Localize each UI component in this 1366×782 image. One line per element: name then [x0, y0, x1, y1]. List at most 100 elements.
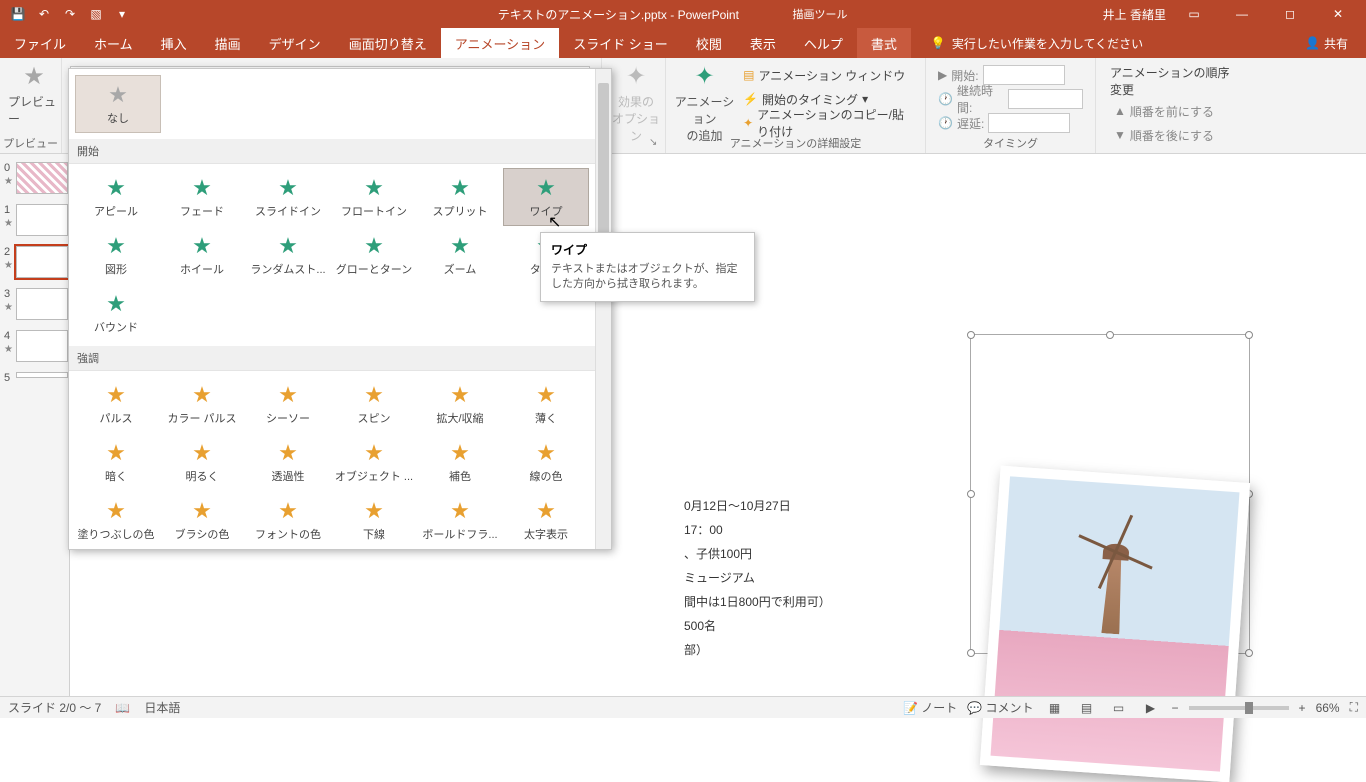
tab-transitions[interactable]: 画面切り替え	[335, 28, 441, 58]
gallery-item-emphasis[interactable]: ★透過性	[245, 433, 331, 491]
anim-star-icon: ★	[4, 260, 13, 271]
tab-format[interactable]: 書式	[857, 28, 911, 58]
spellcheck-icon[interactable]: 📖	[115, 701, 130, 715]
gallery-item-emphasis[interactable]: ★暗く	[73, 433, 159, 491]
undo-icon[interactable]: ↶	[32, 2, 56, 26]
gallery-item-emphasis[interactable]: ★ブラシの色	[159, 491, 245, 549]
gallery-item-emphasis[interactable]: ★フォントの色	[245, 491, 331, 549]
star-icon: ★	[536, 440, 556, 466]
resize-handle[interactable]	[1245, 331, 1253, 339]
gallery-item-entrance[interactable]: ★図形	[73, 226, 159, 284]
add-animation-icon: ✦	[694, 62, 714, 91]
thumbnail-0[interactable]	[16, 162, 68, 194]
close-icon[interactable]: ✕	[1318, 0, 1358, 28]
comments-button[interactable]: 💬 コメント	[967, 699, 1033, 716]
gallery-item-entrance[interactable]: ★ホイール	[159, 226, 245, 284]
gallery-item-emphasis[interactable]: ★拡大/収縮	[417, 375, 503, 433]
animation-dialog-launcher[interactable]: ↘	[649, 137, 663, 151]
slideshow-view-icon[interactable]: ▶	[1140, 699, 1162, 717]
zoom-slider[interactable]	[1189, 706, 1289, 710]
minimize-icon[interactable]: —	[1222, 0, 1262, 28]
resize-handle[interactable]	[967, 331, 975, 339]
chevron-down-icon: ▾	[862, 92, 868, 106]
sorter-view-icon[interactable]: ▤	[1076, 699, 1098, 717]
gallery-item-entrance[interactable]: ★スプリット	[417, 168, 503, 226]
star-icon: ★	[364, 382, 384, 408]
preview-button[interactable]: ★ プレビュー	[8, 62, 60, 127]
gallery-item-emphasis[interactable]: ★オブジェクト ...	[331, 433, 417, 491]
gallery-scrollbar[interactable]	[595, 69, 611, 549]
thumbnail-1[interactable]	[16, 204, 68, 236]
gallery-item-emphasis[interactable]: ★ボールドフラ...	[417, 491, 503, 549]
zoom-level[interactable]: 66%	[1316, 701, 1340, 715]
tab-animations[interactable]: アニメーション	[441, 28, 559, 58]
gallery-item-emphasis[interactable]: ★補色	[417, 433, 503, 491]
tab-view[interactable]: 表示	[736, 28, 790, 58]
gallery-item-emphasis[interactable]: ★カラー パルス	[159, 375, 245, 433]
gallery-item-entrance[interactable]: ★スライドイン	[245, 168, 331, 226]
gallery-item-emphasis[interactable]: ★明るく	[159, 433, 245, 491]
gallery-item-emphasis[interactable]: ★薄く	[503, 375, 589, 433]
reading-view-icon[interactable]: ▭	[1108, 699, 1130, 717]
tab-file[interactable]: ファイル	[0, 28, 80, 58]
tab-draw[interactable]: 描画	[201, 28, 255, 58]
redo-icon[interactable]: ↷	[58, 2, 82, 26]
thumbnail-3[interactable]	[16, 288, 68, 320]
resize-handle[interactable]	[967, 490, 975, 498]
animation-painter-button[interactable]: ✦アニメーションのコピー/貼り付け	[739, 112, 913, 134]
zoom-slider-thumb[interactable]	[1245, 702, 1253, 714]
tab-review[interactable]: 校閲	[682, 28, 736, 58]
gallery-item-entrance[interactable]: ★ワイプ	[503, 168, 589, 226]
fit-to-window-icon[interactable]: ⛶	[1350, 700, 1358, 715]
gallery-item-entrance[interactable]: ★フェード	[159, 168, 245, 226]
ribbon-display-icon[interactable]: ▭	[1174, 0, 1214, 28]
tab-home[interactable]: ホーム	[80, 28, 147, 58]
gallery-item-entrance[interactable]: ★フロートイン	[331, 168, 417, 226]
notes-button[interactable]: 📝 ノート	[903, 699, 957, 716]
gallery-item-entrance[interactable]: ★バウンド	[73, 284, 159, 342]
gallery-item-emphasis[interactable]: ★下線	[331, 491, 417, 549]
tooltip: ワイプ テキストまたはオブジェクトが、指定した方向から拭き取られます。	[540, 232, 755, 302]
tab-design[interactable]: デザイン	[255, 28, 335, 58]
share-button[interactable]: 👤共有	[1287, 28, 1366, 58]
tab-insert[interactable]: 挿入	[147, 28, 201, 58]
tell-me-search[interactable]: 💡実行したい作業を入力してください	[911, 28, 1287, 58]
gallery-item-entrance[interactable]: ★ランダムスト...	[245, 226, 331, 284]
group-advanced: アニメーションの詳細設定	[666, 135, 925, 151]
slide-image[interactable]	[980, 466, 1250, 782]
thumbnail-4[interactable]	[16, 330, 68, 362]
animation-pane-button[interactable]: ▤アニメーション ウィンドウ	[739, 64, 913, 86]
gallery-item-emphasis[interactable]: ★線の色	[503, 433, 589, 491]
gallery-item-emphasis[interactable]: ★シーソー	[245, 375, 331, 433]
gallery-item-emphasis[interactable]: ★パルス	[73, 375, 159, 433]
gallery-item-emphasis[interactable]: ★スピン	[331, 375, 417, 433]
tab-slideshow[interactable]: スライド ショー	[559, 28, 682, 58]
zoom-in-icon[interactable]: +	[1299, 701, 1306, 715]
gallery-item-emphasis[interactable]: ★太字表示	[503, 491, 589, 549]
gallery-item-entrance[interactable]: ★グローとターン	[331, 226, 417, 284]
resize-handle[interactable]	[1106, 331, 1114, 339]
gallery-item-emphasis[interactable]: ★塗りつぶしの色	[73, 491, 159, 549]
tab-help[interactable]: ヘルプ	[790, 28, 857, 58]
gallery-item-entrance[interactable]: ★アピール	[73, 168, 159, 226]
gallery-item-none[interactable]: ★なし	[75, 75, 161, 133]
start-from-beginning-icon[interactable]: ▧	[84, 2, 108, 26]
qat-customize-icon[interactable]: ▾	[110, 2, 134, 26]
star-icon: ★	[192, 175, 212, 201]
resize-handle[interactable]	[967, 649, 975, 657]
maximize-icon[interactable]: ◻	[1270, 0, 1310, 28]
star-icon: ★	[192, 440, 212, 466]
gallery-item-entrance[interactable]: ★ズーム	[417, 226, 503, 284]
duration-input[interactable]	[1008, 89, 1083, 109]
delay-input[interactable]	[988, 113, 1070, 133]
resize-handle[interactable]	[1245, 649, 1253, 657]
add-animation-button[interactable]: ✦ アニメーション の追加	[674, 62, 735, 144]
slide-counter[interactable]: スライド 2/0 ～ 7	[8, 699, 101, 716]
thumbnail-2[interactable]	[16, 246, 68, 278]
thumbnail-5[interactable]	[16, 372, 68, 378]
language-indicator[interactable]: 日本語	[144, 699, 180, 716]
save-icon[interactable]: 💾	[6, 2, 30, 26]
thumb-num: 5	[4, 372, 10, 384]
normal-view-icon[interactable]: ▦	[1044, 699, 1066, 717]
zoom-out-icon[interactable]: −	[1172, 701, 1179, 715]
